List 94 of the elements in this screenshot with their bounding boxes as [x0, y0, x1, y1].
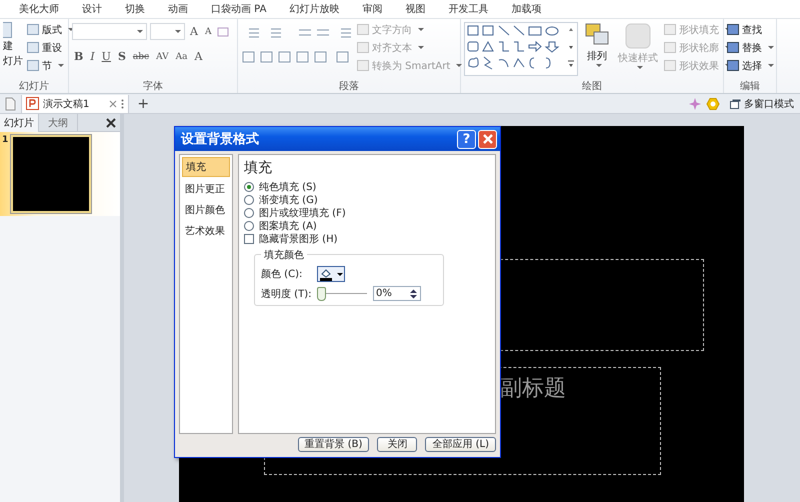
caret-icon	[337, 272, 343, 276]
font-size-button[interactable]: A	[188, 25, 200, 38]
ribbon-tab[interactable]: 审阅	[353, 1, 392, 17]
ribbon-tab[interactable]: 加载项	[502, 1, 550, 17]
window-icon	[730, 98, 741, 108]
button-icon	[27, 24, 39, 35]
nav-item[interactable]: 图片颜色	[182, 201, 230, 219]
close-button[interactable]	[478, 130, 497, 148]
ribbon-tab[interactable]: 开发工具	[439, 1, 498, 17]
button-icon	[664, 24, 676, 35]
group-label: 字体	[142, 80, 164, 93]
spinner-arrows-icon[interactable]	[409, 288, 418, 300]
ribbon-tab[interactable]: 切换	[116, 1, 154, 17]
caret-icon	[175, 30, 181, 33]
button-icon	[664, 60, 676, 71]
dialog-button[interactable]: 重置背景 (B)	[298, 436, 370, 452]
format-button[interactable]: A	[192, 50, 204, 63]
fill-radio-option[interactable]: 纯色填充 (S)	[244, 181, 490, 192]
sparkle-icon[interactable]	[688, 96, 702, 110]
format-button[interactable]: I	[88, 50, 97, 63]
button-icon	[727, 42, 739, 53]
placeholder-text: 副标题	[500, 375, 566, 403]
fill-radio-option[interactable]: 图案填充 (A)	[244, 220, 490, 231]
nav-item[interactable]: 填充	[182, 157, 230, 177]
transparency-label: 透明度 (T):	[261, 288, 311, 300]
color-label: 颜色 (C):	[261, 268, 304, 281]
ribbon-tab[interactable]: 视图	[396, 1, 434, 17]
ribbon-tab[interactable]: 动画	[159, 1, 197, 17]
button-icon	[357, 60, 369, 71]
format-button[interactable]: AV	[154, 52, 171, 62]
group-label: 绘图	[581, 80, 603, 93]
dialog-button[interactable]: 全部应用 (L)	[425, 436, 496, 452]
close-icon	[482, 133, 494, 145]
close-icon[interactable]	[106, 118, 116, 128]
group-legend: 填充颜色	[261, 248, 307, 262]
caret-icon	[636, 66, 642, 69]
transparency-slider[interactable]	[317, 287, 326, 301]
caret-icon	[596, 64, 602, 67]
button-icon	[357, 42, 369, 53]
arrange-button[interactable]: 排列	[582, 22, 612, 79]
fill-color-picker[interactable]	[317, 266, 345, 282]
help-button[interactable]: ?	[457, 130, 476, 148]
ribbon-tab[interactable]: 美化大师	[10, 1, 68, 17]
font-size-field[interactable]	[150, 23, 185, 40]
ribbon-tab[interactable]: 设计	[73, 1, 111, 17]
fill-radio-option[interactable]: 渐变填充 (G)	[244, 194, 490, 205]
document-icon[interactable]	[3, 96, 17, 110]
more-icon[interactable]	[121, 98, 124, 108]
ribbon-button[interactable]: 节	[27, 58, 74, 73]
button-icon	[357, 24, 369, 35]
dialog-title: 设置背景格式	[181, 130, 259, 148]
style-swatch-icon	[623, 22, 653, 50]
dialog-button[interactable]: 关闭	[377, 436, 418, 452]
group-label: 编辑	[739, 80, 761, 93]
group-label: 幻灯片	[18, 80, 50, 93]
multi-window-button[interactable]: 多窗口模式	[724, 96, 800, 110]
document-tab[interactable]: 演示文稿1	[21, 94, 130, 112]
format-button[interactable]: U	[100, 50, 113, 63]
format-button[interactable]: Aa	[174, 52, 190, 62]
caret-icon	[137, 30, 143, 33]
button-icon	[27, 60, 39, 71]
hexagon-icon[interactable]	[706, 96, 720, 110]
button-icon	[727, 60, 739, 71]
section-heading: 填充	[244, 159, 273, 177]
ribbon-button[interactable]: 选择	[727, 58, 774, 73]
transparency-field[interactable]: 0%	[373, 286, 421, 301]
format-button[interactable]: B	[72, 50, 86, 63]
button-icon	[27, 42, 39, 53]
ribbon-tab[interactable]: 口袋动画 PA	[202, 1, 276, 17]
format-button[interactable]: S	[116, 50, 128, 63]
fill-radio-option[interactable]: 图片或纹理填充 (F)	[244, 207, 490, 218]
format-button[interactable]: abc	[130, 52, 152, 62]
nav-item[interactable]: 图片更正	[182, 180, 230, 198]
clear-format-icon[interactable]	[216, 24, 230, 38]
panel-tab[interactable]: 幻灯片	[0, 114, 39, 132]
hide-graphics-checkbox[interactable]: 隐藏背景图形 (H)	[244, 233, 490, 244]
new-slide-label[interactable]: 灯片	[3, 54, 23, 68]
presentation-icon	[26, 97, 39, 110]
new-slide-label[interactable]: 建	[3, 39, 13, 53]
group-label: 段落	[338, 80, 360, 93]
new-tab-button[interactable]: +	[133, 96, 154, 112]
font-size-button[interactable]: A	[202, 26, 214, 36]
align-buttons-drawing[interactable]	[241, 50, 351, 64]
ribbon-button[interactable]: 重设	[27, 40, 74, 55]
ribbon-button[interactable]: 替换	[727, 40, 774, 55]
font-name-field[interactable]	[72, 23, 147, 40]
shapes-gallery[interactable]	[464, 22, 578, 76]
paint-bucket-icon	[319, 267, 333, 281]
nav-item[interactable]: 艺术效果	[182, 222, 230, 240]
ribbon-tab[interactable]: 幻灯片放映	[280, 1, 348, 17]
slide-layout-icon[interactable]	[3, 22, 12, 38]
button-icon	[727, 24, 739, 35]
button-icon	[664, 42, 676, 53]
slide-thumbnail-row[interactable]: 1	[0, 132, 120, 216]
